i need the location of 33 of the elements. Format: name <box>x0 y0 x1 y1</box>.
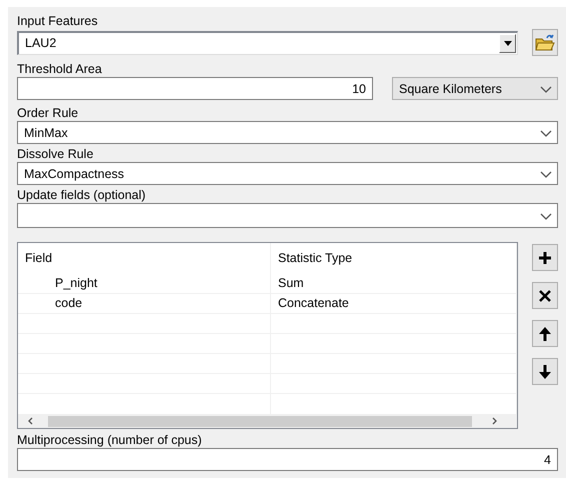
unit-dropdown[interactable]: Square Kilometers <box>392 77 558 100</box>
chevron-down-icon <box>539 84 553 94</box>
cpu-count-field[interactable]: 4 <box>17 448 558 471</box>
chevron-down-icon <box>539 128 553 138</box>
horizontal-scrollbar[interactable] <box>18 414 517 428</box>
table-cell[interactable]: P_night <box>18 274 271 293</box>
arrow-up-icon <box>538 326 552 340</box>
table-cell[interactable]: code <box>18 294 271 313</box>
folder-icon <box>535 34 555 52</box>
plus-icon <box>538 250 552 264</box>
dissolve-rule-dropdown[interactable]: MaxCompactness <box>17 162 558 185</box>
field-label: Dissolve Rule <box>17 146 94 162</box>
move-up-button[interactable] <box>532 320 558 347</box>
field-label: Threshold Area <box>17 61 102 77</box>
column-header[interactable]: Statistic Type <box>271 243 517 274</box>
column-header[interactable]: Field <box>18 243 271 274</box>
order-rule-dropdown[interactable]: MinMax <box>17 121 558 144</box>
move-down-button[interactable] <box>532 358 558 385</box>
field-label: Update fields (optional) <box>17 187 146 203</box>
open-folder-button[interactable] <box>532 29 558 56</box>
chevron-down-icon <box>539 210 553 220</box>
field-label: Order Rule <box>17 105 78 121</box>
input-features-dropdown[interactable]: LAU2 <box>17 30 518 54</box>
remove-button[interactable] <box>532 282 558 309</box>
table-cell[interactable]: Sum <box>271 274 517 293</box>
threshold-area-field[interactable]: 10 <box>17 77 373 100</box>
table-cell[interactable]: Concatenate <box>271 294 517 313</box>
field-label: Multiprocessing (number of cpus) <box>17 432 202 448</box>
close-icon <box>538 288 552 302</box>
arrow-down-icon <box>538 364 552 378</box>
add-button[interactable] <box>532 244 558 271</box>
field-label: Input Features <box>17 13 98 29</box>
chevron-down-icon <box>539 168 553 178</box>
